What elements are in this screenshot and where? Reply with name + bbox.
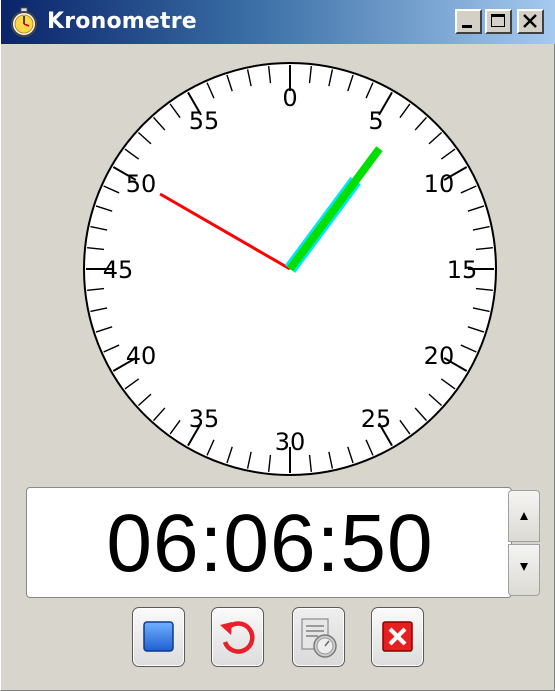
close-button[interactable] (517, 9, 544, 34)
window-title: Kronometre (47, 9, 197, 34)
dial-label-25: 25 (361, 405, 392, 433)
dial-label-20: 20 (424, 342, 455, 370)
stop-square-icon (143, 621, 174, 652)
dial-label-5: 5 (368, 107, 383, 135)
kronometre-window: Kronometre 0 5 10 15 20 25 30 35 40 45 50 55 06 (0, 0, 555, 691)
dial-label-10: 10 (424, 170, 455, 198)
dial-label-40: 40 (126, 342, 157, 370)
laps-button[interactable] (292, 607, 345, 667)
spinner-up-button[interactable] (508, 490, 540, 542)
clock-face: 0 5 10 15 20 25 30 35 40 45 50 55 (83, 62, 497, 476)
reset-button[interactable] (211, 607, 264, 667)
analog-clock: 0 5 10 15 20 25 30 35 40 45 50 55 (71, 52, 509, 490)
minimize-button[interactable] (455, 9, 482, 34)
maximize-icon (491, 14, 505, 27)
maximize-button[interactable] (485, 9, 512, 34)
dial-label-55: 55 (189, 107, 220, 135)
dial-label-15: 15 (447, 256, 478, 284)
dial-label-0: 0 (282, 84, 297, 112)
time-readout: 06:06:50 (106, 498, 434, 589)
lap-stopwatch-icon (301, 618, 337, 658)
minimize-icon (462, 25, 472, 28)
title-bar[interactable]: Kronometre (1, 0, 555, 44)
arrow-up-icon (520, 512, 528, 520)
close-icon (523, 14, 537, 28)
close-app-button[interactable] (371, 607, 424, 667)
close-x-icon (382, 621, 413, 652)
time-display[interactable]: 06:06:50 (26, 487, 512, 598)
stopwatch-icon (9, 7, 39, 37)
dial-label-35: 35 (189, 405, 220, 433)
dial-label-30: 30 (275, 428, 306, 456)
stop-button[interactable] (132, 607, 185, 667)
reset-arrow-icon (220, 621, 255, 654)
spinner-down-button[interactable] (508, 544, 540, 596)
dial-label-45: 45 (103, 256, 134, 284)
dial-label-50: 50 (126, 170, 157, 198)
arrow-down-icon (520, 563, 528, 571)
